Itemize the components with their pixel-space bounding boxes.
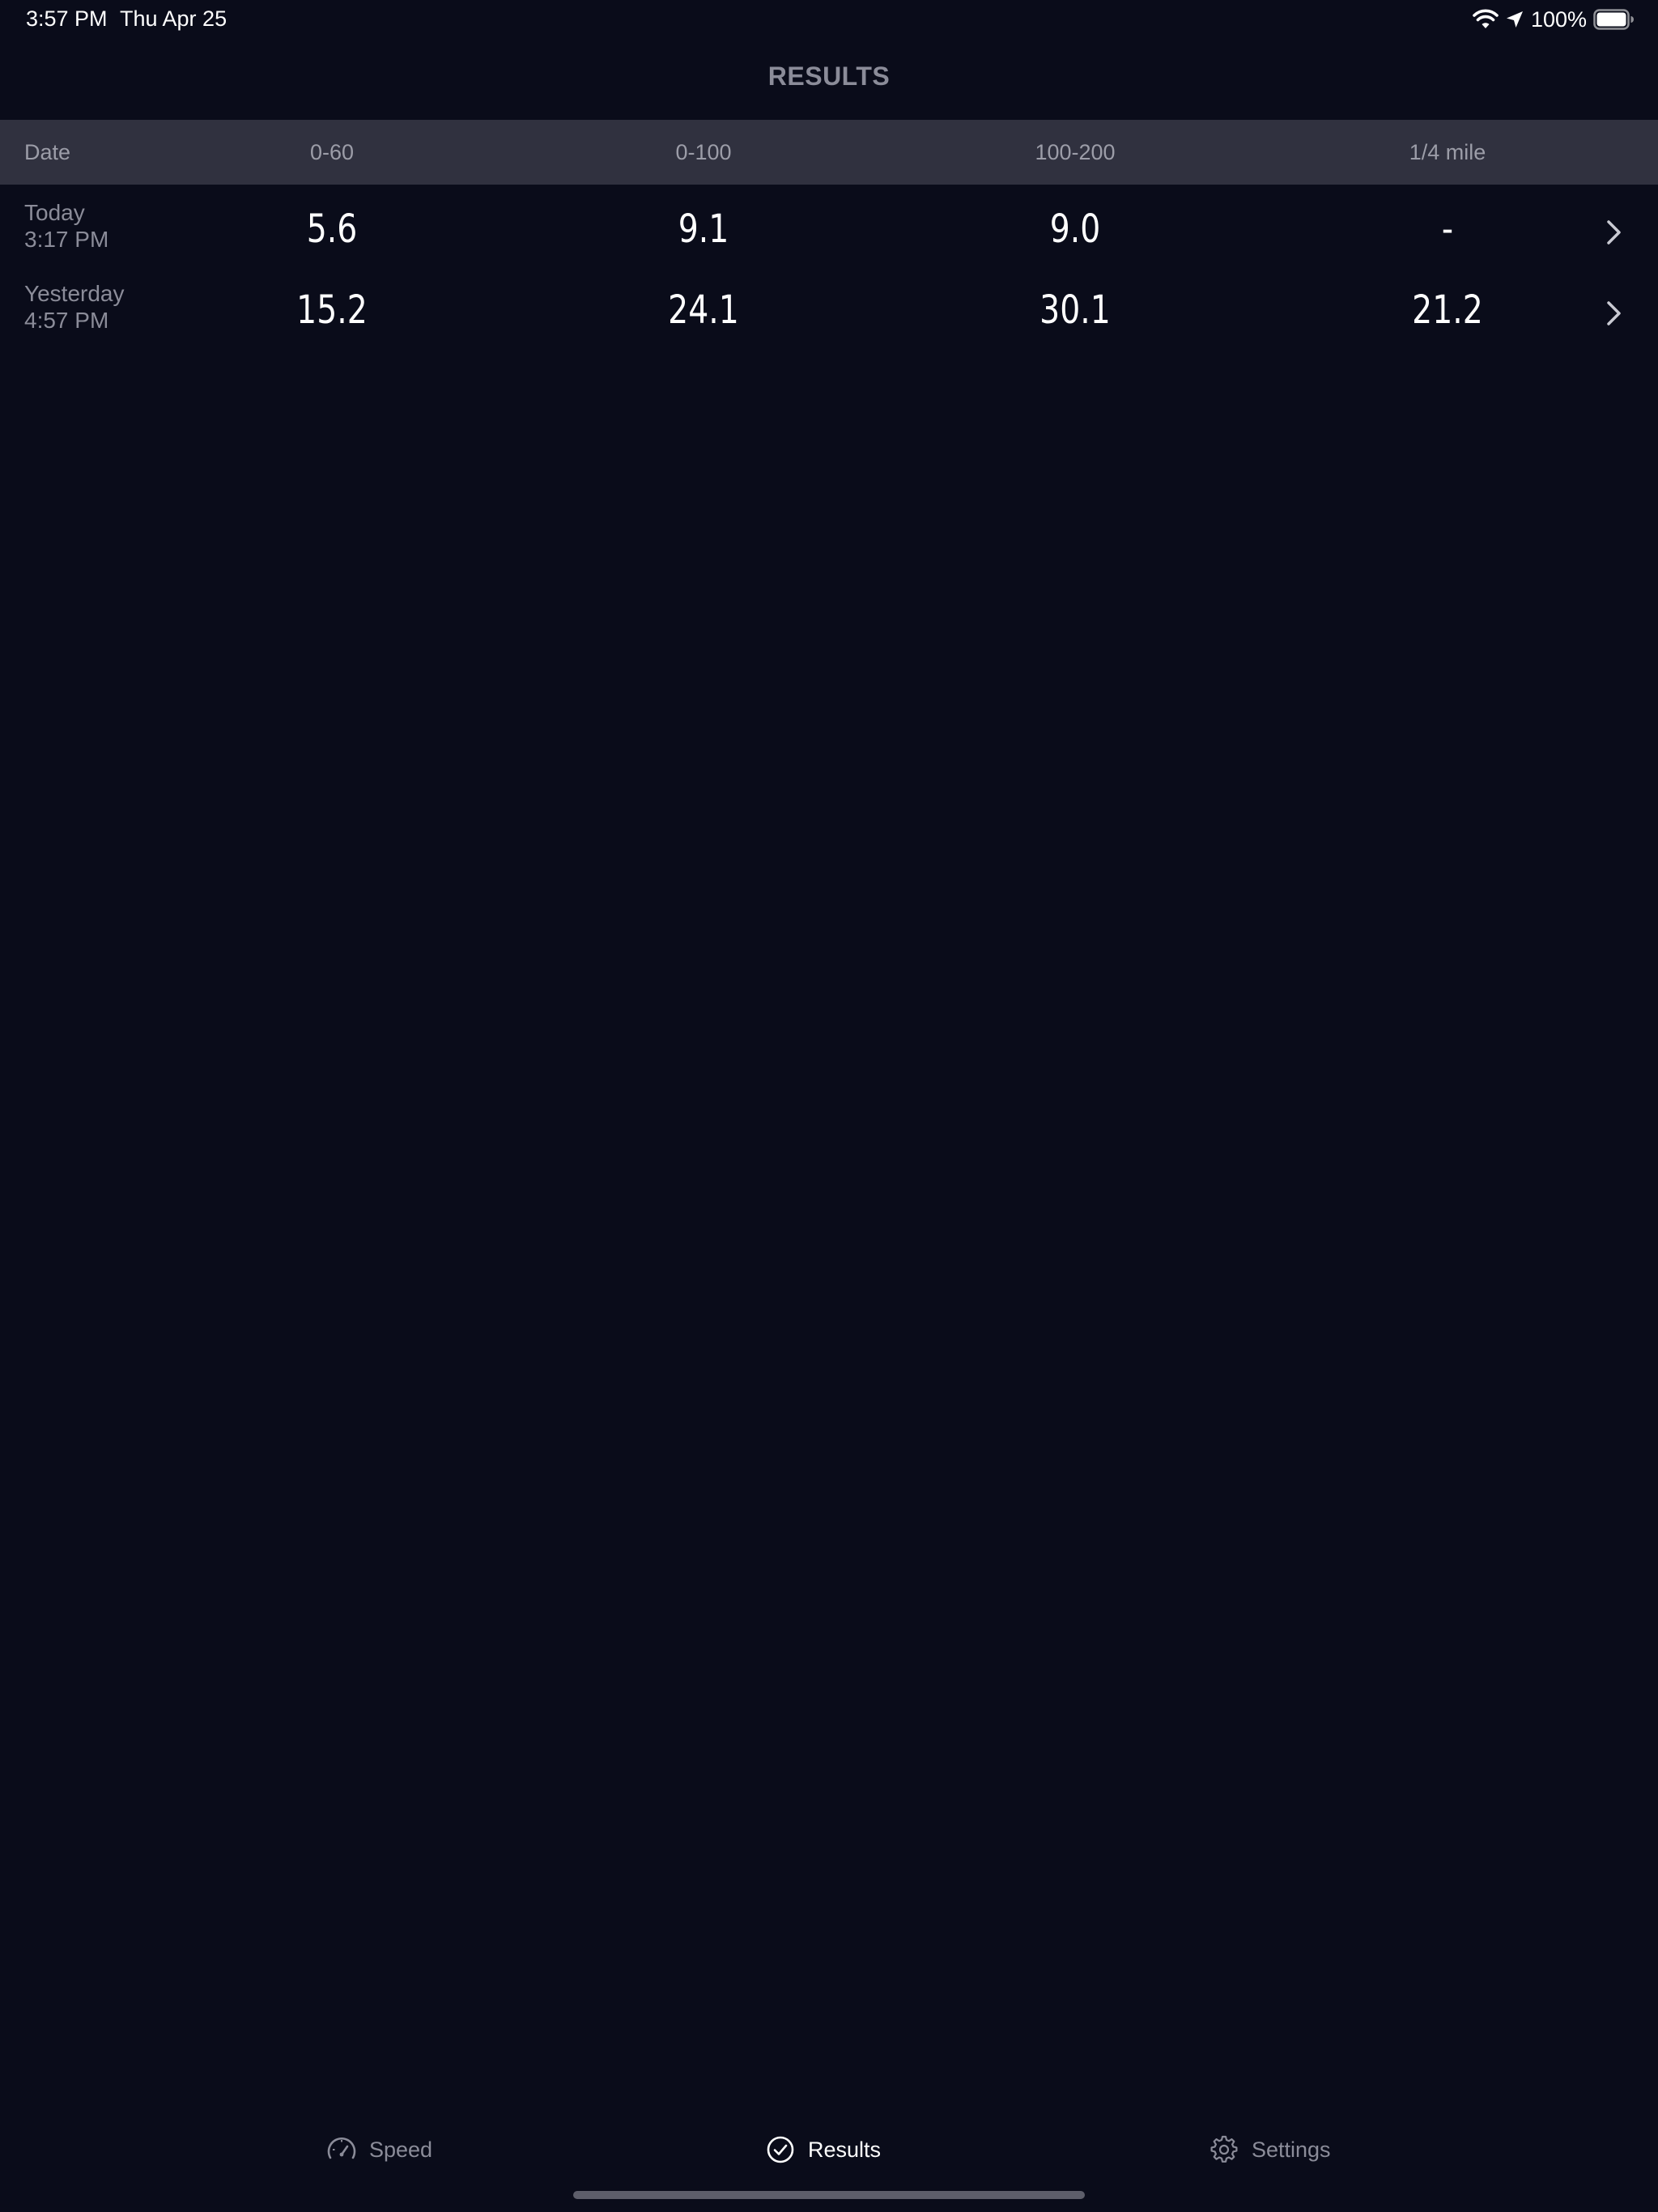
row-date: Yesterday 4:57 PM: [24, 280, 125, 334]
column-header-0-100: 0-100: [675, 140, 732, 164]
status-indicators: 100%: [1473, 6, 1634, 32]
cell-100-200: 9.0: [1049, 206, 1101, 252]
tab-bar: Speed Results Settings: [0, 2121, 1658, 2178]
cell-0-60: 15.2: [296, 287, 368, 333]
row-date-day: Yesterday: [24, 281, 125, 306]
cell-0-100: 9.1: [678, 206, 729, 252]
wifi-icon: [1473, 9, 1499, 30]
status-date: Thu Apr 25: [120, 6, 227, 31]
chevron-right-icon[interactable]: [1600, 212, 1629, 253]
tab-results-label: Results: [808, 2137, 882, 2162]
table-row[interactable]: Today 3:17 PM 5.6 9.1 9.0 -: [0, 194, 1658, 275]
cell-100-200: 30.1: [1039, 287, 1111, 333]
cell-0-60: 5.6: [306, 206, 358, 252]
row-date-time: 3:17 PM: [24, 227, 109, 252]
tab-speed[interactable]: Speed: [325, 2121, 432, 2178]
cell-quarter-mile: 21.2: [1412, 287, 1483, 333]
speedometer-icon: [325, 2132, 358, 2168]
row-date-time: 4:57 PM: [24, 308, 109, 333]
cell-0-100: 24.1: [668, 287, 739, 333]
status-bar: 3:57 PM Thu Apr 25 100%: [0, 0, 1658, 39]
table-row[interactable]: Yesterday 4:57 PM 15.2 24.1 30.1 21.2: [0, 275, 1658, 356]
chevron-right-icon[interactable]: [1600, 293, 1629, 334]
column-header-date: Date: [24, 140, 71, 164]
home-indicator[interactable]: [573, 2191, 1085, 2199]
column-header-quarter-mile: 1/4 mile: [1409, 140, 1486, 164]
tab-speed-label: Speed: [369, 2137, 433, 2162]
column-header-100-200: 100-200: [1035, 140, 1116, 164]
battery-icon: [1593, 9, 1634, 30]
gear-icon: [1208, 2132, 1240, 2168]
status-time: 3:57 PM: [26, 6, 108, 31]
row-date-day: Today: [24, 200, 85, 225]
column-header-0-60: 0-60: [309, 140, 355, 164]
tab-results[interactable]: Results: [764, 2121, 881, 2178]
checkmark-circle-icon: [764, 2132, 797, 2168]
results-screen: 3:57 PM Thu Apr 25 100% RESULTS Date 0-6…: [0, 0, 1658, 2212]
location-arrow-icon: [1505, 10, 1524, 29]
cell-quarter-mile: -: [1441, 206, 1454, 252]
tab-settings-label: Settings: [1252, 2137, 1331, 2162]
tab-settings[interactable]: Settings: [1208, 2121, 1331, 2178]
page-title: RESULTS: [767, 62, 891, 91]
battery-percent: 100%: [1530, 6, 1587, 32]
row-date: Today 3:17 PM: [24, 199, 108, 253]
table-header: Date 0-60 0-100 100-200 1/4 mile: [0, 120, 1658, 185]
